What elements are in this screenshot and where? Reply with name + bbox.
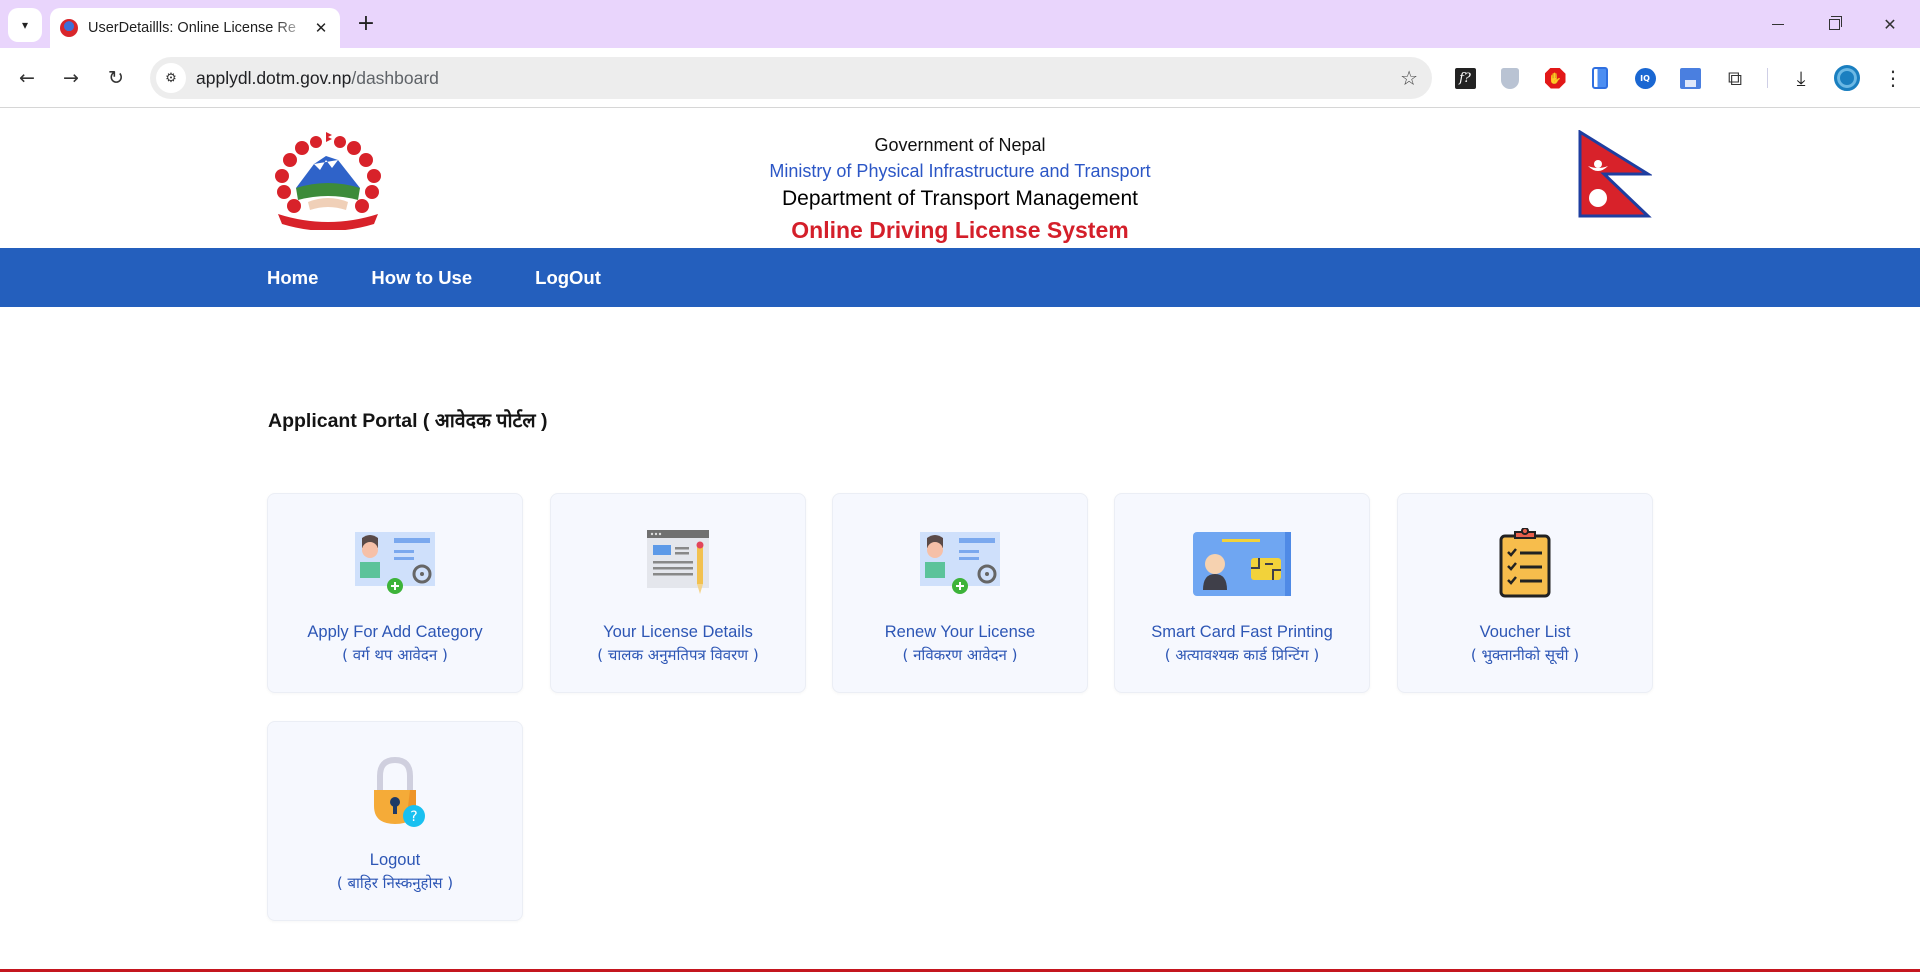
close-tab-icon[interactable]: ✕ [312, 19, 330, 37]
arrow-left-icon: ← [19, 67, 35, 89]
restore-button[interactable] [1806, 0, 1862, 48]
tune-icon: ⚙ [165, 70, 177, 86]
card-title: Logout [369, 851, 421, 869]
card-subtitle: ( नविकरण आवेदन ) [902, 646, 1018, 664]
address-bar[interactable]: ⚙ applydl.dotm.gov.np/dashboard ☆ [150, 57, 1432, 99]
iq-icon: IQ [1634, 67, 1656, 89]
nepal-emblem-favicon-icon [60, 19, 78, 37]
extension-iq[interactable]: IQ [1632, 65, 1658, 91]
extension-privacy-shield[interactable] [1497, 65, 1523, 91]
card-subtitle: ( अत्यावश्यक कार्ड प्रिन्टिंग ) [1164, 646, 1320, 664]
back-button[interactable]: ← [12, 63, 42, 93]
extension-save-page[interactable] [1677, 65, 1703, 91]
smart-card-icon [1193, 532, 1291, 596]
shield-icon [1501, 67, 1519, 89]
browser-menu-button[interactable]: ⋮ [1880, 65, 1906, 91]
url-path: /dashboard [351, 67, 439, 88]
download-icon: ⤓ [1796, 66, 1806, 90]
arrow-right-icon: → [63, 67, 79, 89]
extensions-menu-button[interactable]: ⧉ [1722, 65, 1748, 91]
tab-list-button[interactable]: ▾ [8, 8, 42, 42]
card-logout[interactable]: ? Logout ( बाहिर निस्कनुहोस ) [267, 721, 523, 921]
profile-button[interactable] [1834, 65, 1860, 91]
extension-font-identifier[interactable]: f? [1452, 65, 1478, 91]
card-subtitle: ( बाहिर निस्कनुहोस ) [336, 874, 454, 892]
restore-icon [1828, 15, 1842, 30]
nav-how-to-use[interactable]: How to Use [371, 267, 472, 289]
card-title: Smart Card Fast Printing [1151, 623, 1333, 641]
browser-toolbar: ← → ↻ ⚙ applydl.dotm.gov.np/dashboard ☆ … [0, 48, 1920, 108]
chevron-down-icon: ▾ [21, 18, 29, 32]
card-license-details[interactable]: Your License Details ( चालक अनुमतिपत्र व… [550, 493, 806, 693]
minimize-button[interactable] [1750, 0, 1806, 48]
reload-icon: ↻ [108, 67, 124, 89]
extension-adblock[interactable]: ✋ [1542, 65, 1568, 91]
stop-hand-icon: ✋ [1544, 67, 1566, 89]
phone-icon [1592, 67, 1608, 89]
toolbar-divider [1767, 68, 1768, 88]
browser-tab-bar: ▾ UserDetaillls: Online License Re ✕ + ✕ [0, 0, 1920, 48]
nav-home[interactable]: Home [267, 267, 318, 289]
window-close-button[interactable]: ✕ [1862, 0, 1918, 48]
card-title: Apply For Add Category [307, 623, 483, 641]
card-title: Renew Your License [884, 623, 1036, 641]
card-smart-card-printing[interactable]: Smart Card Fast Printing ( अत्यावश्यक का… [1114, 493, 1370, 693]
card-subtitle: ( भुक्तानीको सूची ) [1470, 646, 1580, 664]
license-renew-icon [920, 532, 1000, 594]
url-host: applydl.dotm.gov.np [196, 67, 352, 88]
nav-logout[interactable]: LogOut [535, 267, 601, 289]
reload-button[interactable]: ↻ [101, 63, 131, 93]
main-navbar: Home How to Use LogOut [0, 248, 1920, 307]
clipboard-checklist-icon [1499, 528, 1551, 598]
downloads-button[interactable]: ⤓ [1788, 65, 1814, 91]
card-voucher-list[interactable]: Voucher List ( भुक्तानीको सूची ) [1397, 493, 1653, 693]
svg-text:?: ? [410, 809, 417, 825]
lock-question-icon: ? [374, 756, 425, 827]
page-title: Applicant Portal ( आवेदक पोर्टल ) [268, 410, 548, 432]
card-title: Voucher List [1479, 623, 1571, 641]
card-subtitle: ( वर्ग थप आवेदन ) [342, 646, 448, 664]
nepal-flag-icon [1578, 130, 1652, 218]
card-subtitle: ( चालक अनुमतिपत्र विवरण ) [597, 646, 759, 664]
document-edit-icon [647, 530, 709, 594]
browser-tab-active[interactable]: UserDetaillls: Online License Re ✕ [50, 8, 340, 48]
tab-title: UserDetaillls: Online License Re [88, 20, 296, 36]
site-info-button[interactable]: ⚙ [156, 63, 186, 93]
font-question-icon: f? [1454, 67, 1476, 89]
main-content: Applicant Portal ( आवेदक पोर्टल ) Apply … [0, 307, 1920, 921]
card-title: Your License Details [603, 623, 753, 641]
card-renew-license[interactable]: Renew Your License ( नविकरण आवेदन ) [832, 493, 1088, 693]
avatar [1834, 65, 1860, 91]
forward-button[interactable]: → [56, 63, 86, 93]
more-vertical-icon: ⋮ [1883, 66, 1903, 90]
bookmark-star-icon[interactable]: ☆ [1400, 66, 1418, 90]
close-icon: ✕ [1883, 14, 1897, 34]
card-apply-add-category[interactable]: Apply For Add Category ( वर्ग थप आवेदन ) [267, 493, 523, 693]
url-text[interactable]: applydl.dotm.gov.np/dashboard [196, 68, 439, 89]
minimize-icon [1772, 23, 1784, 25]
floppy-disk-icon [1679, 67, 1701, 89]
license-add-icon [355, 532, 435, 594]
new-tab-button[interactable]: + [354, 12, 378, 36]
puzzle-icon: ⧉ [1727, 66, 1743, 90]
extension-phone-mirror[interactable] [1587, 65, 1613, 91]
